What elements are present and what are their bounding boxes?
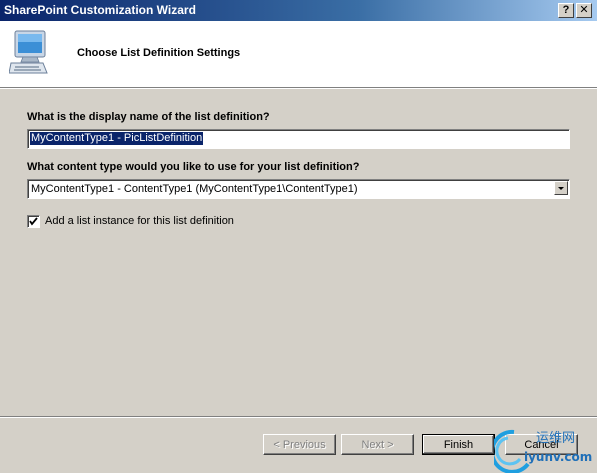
previous-button[interactable]: < Previous <box>263 434 336 455</box>
header-divider <box>0 88 597 89</box>
window-title: SharePoint Customization Wizard <box>4 3 196 17</box>
content-type-value: MyContentType1 - ContentType1 (MyContent… <box>31 183 358 195</box>
chevron-down-icon[interactable] <box>554 181 568 195</box>
content-type-label: What content type would you like to use … <box>27 161 360 173</box>
add-list-instance-checkbox[interactable] <box>27 215 40 228</box>
computer-icon <box>9 30 48 74</box>
watermark-text-en: iyunv.com <box>524 450 592 464</box>
next-button[interactable]: Next > <box>341 434 414 455</box>
finish-button[interactable]: Finish <box>422 434 495 455</box>
close-button[interactable]: ✕ <box>576 3 592 18</box>
watermark-text-cn: 运维网 <box>536 431 575 446</box>
content-type-dropdown[interactable]: MyContentType1 - ContentType1 (MyContent… <box>27 179 570 199</box>
display-name-field[interactable]: MyContentType1 - PicListDefinition <box>27 129 570 149</box>
display-name-label: What is the display name of the list def… <box>27 111 270 123</box>
help-button[interactable]: ? <box>558 3 574 18</box>
footer-divider-highlight <box>0 417 597 418</box>
checkmark-icon <box>29 217 38 226</box>
wizard-header: Choose List Definition Settings <box>0 21 597 88</box>
watermark-logo: 运维网 iyunv.com <box>494 429 592 473</box>
display-name-value: MyContentType1 - PicListDefinition <box>30 132 204 145</box>
title-bar: SharePoint Customization Wizard ? ✕ <box>0 0 597 21</box>
add-list-instance-label[interactable]: Add a list instance for this list defini… <box>45 215 234 227</box>
page-title: Choose List Definition Settings <box>77 47 241 59</box>
